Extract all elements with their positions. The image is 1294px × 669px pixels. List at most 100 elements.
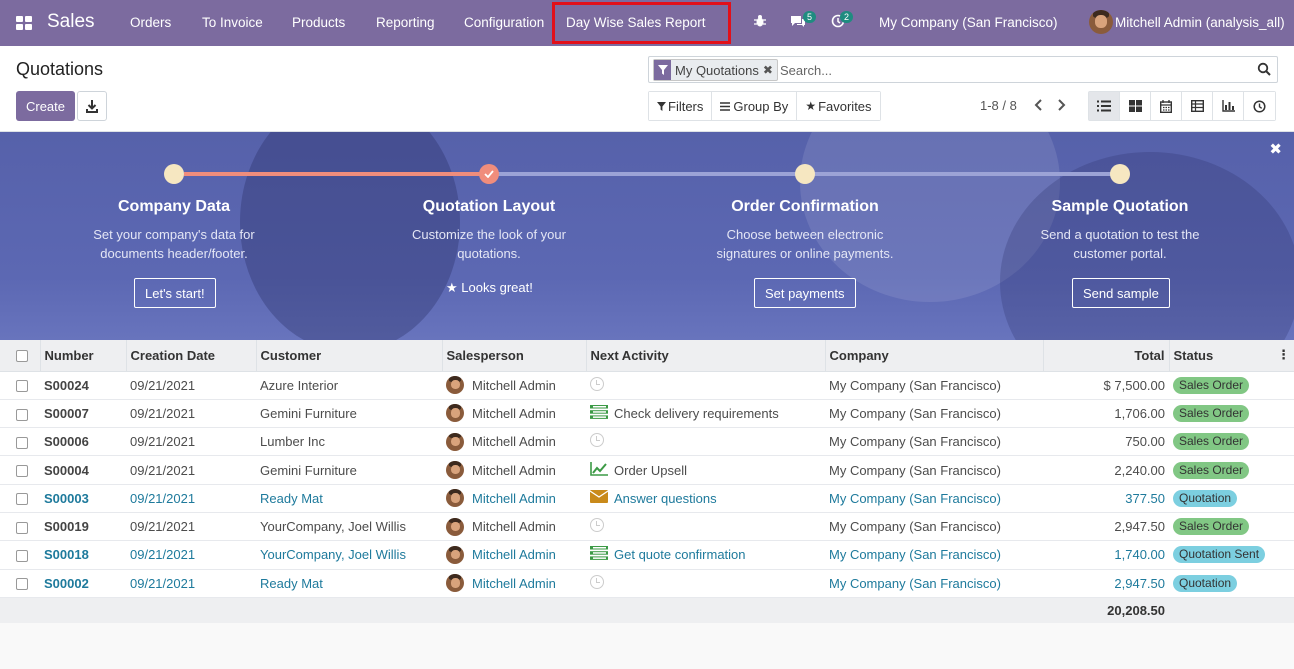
activity-view-icon[interactable]	[1244, 92, 1275, 120]
cell-total[interactable]: 1,706.00	[1043, 399, 1169, 429]
cell-total[interactable]: $ 7,500.00	[1043, 371, 1169, 400]
clock-icon[interactable]	[590, 433, 604, 450]
cell-status[interactable]: Sales Order	[1169, 399, 1294, 429]
graph-view-icon[interactable]	[1213, 92, 1244, 120]
cell-status[interactable]: Quotation	[1169, 484, 1294, 513]
optional-columns-icon[interactable]: ⋮	[1277, 348, 1290, 361]
pager-value[interactable]: 1-8 / 8	[980, 98, 1017, 113]
cell-customer[interactable]: Gemini Furniture	[256, 399, 442, 429]
cell-number[interactable]: S00004	[40, 455, 126, 485]
cell-number[interactable]: S00019	[40, 512, 126, 542]
pager-next-icon[interactable]	[1055, 98, 1067, 112]
cell-total[interactable]: 377.50	[1043, 484, 1169, 513]
menu-reporting[interactable]: Reporting	[376, 15, 435, 30]
kanban-view-icon[interactable]	[1120, 92, 1151, 120]
group-by-button[interactable]: Group By	[712, 92, 798, 120]
cell-creation-date[interactable]: 09/21/2021	[126, 484, 256, 513]
clock-icon[interactable]	[590, 574, 604, 592]
cell-creation-date[interactable]: 09/21/2021	[126, 399, 256, 429]
pivot-view-icon[interactable]	[1182, 92, 1213, 120]
menu-to-invoice[interactable]: To Invoice	[202, 15, 263, 30]
cell-creation-date[interactable]: 09/21/2021	[126, 427, 256, 457]
column-header-total[interactable]: Total	[1043, 340, 1170, 372]
close-banner-icon[interactable]: ✖	[1269, 140, 1282, 158]
search-input[interactable]	[780, 61, 1250, 79]
menu-orders[interactable]: Orders	[130, 15, 171, 30]
row-checkbox[interactable]	[0, 427, 40, 457]
cell-next-activity[interactable]: Check delivery requirements	[586, 399, 825, 429]
create-button[interactable]: Create	[16, 91, 75, 121]
cell-status[interactable]: Sales Order	[1169, 371, 1294, 400]
select-all-checkbox[interactable]	[0, 340, 41, 372]
cell-total[interactable]: 2,947.50	[1043, 569, 1169, 598]
favorites-button[interactable]: ★ Favorites	[797, 92, 880, 120]
cell-customer[interactable]: Gemini Furniture	[256, 455, 442, 485]
table-row[interactable]: S00004 09/21/2021 Gemini Furniture Mitchell…	[0, 455, 1294, 485]
cell-creation-date[interactable]: 09/21/2021	[126, 371, 256, 400]
row-checkbox[interactable]	[0, 540, 40, 570]
cell-company[interactable]: My Company (San Francisco)	[825, 455, 1043, 485]
cell-creation-date[interactable]: 09/21/2021	[126, 569, 256, 598]
cell-number[interactable]: S00006	[40, 427, 126, 457]
cell-creation-date[interactable]: 09/21/2021	[126, 455, 256, 485]
clock-icon[interactable]	[590, 376, 604, 394]
cell-company[interactable]: My Company (San Francisco)	[825, 540, 1043, 570]
table-row[interactable]: S00003 09/21/2021 Ready Mat Mitchell Admin A…	[0, 484, 1294, 513]
lets-start-button[interactable]: Let's start!	[134, 278, 216, 308]
column-header-creation-date[interactable]: Creation Date	[126, 340, 257, 372]
apps-menu-icon[interactable]	[16, 16, 32, 30]
row-checkbox[interactable]	[0, 512, 40, 542]
cell-customer[interactable]: YourCompany, Joel Willis	[256, 512, 442, 542]
cell-next-activity[interactable]: Order Upsell	[586, 455, 825, 485]
set-payments-button[interactable]: Set payments	[754, 278, 856, 308]
cell-number[interactable]: S00003	[40, 484, 126, 513]
cell-customer[interactable]: YourCompany, Joel Willis	[256, 540, 442, 570]
cell-next-activity[interactable]: Get quote confirmation	[586, 540, 825, 570]
cell-salesperson[interactable]: Mitchell Admin	[442, 569, 586, 598]
menu-products[interactable]: Products	[292, 15, 345, 30]
cell-salesperson[interactable]: Mitchell Admin	[442, 427, 586, 457]
cell-number[interactable]: S00007	[40, 399, 126, 429]
cell-total[interactable]: 1,740.00	[1043, 540, 1169, 570]
cell-status[interactable]: Sales Order	[1169, 427, 1294, 457]
cell-salesperson[interactable]: Mitchell Admin	[442, 540, 586, 570]
cell-company[interactable]: My Company (San Francisco)	[825, 427, 1043, 457]
cell-next-activity[interactable]	[586, 569, 825, 598]
menu-configuration[interactable]: Configuration	[464, 15, 544, 30]
row-checkbox[interactable]	[0, 569, 40, 598]
cell-salesperson[interactable]: Mitchell Admin	[442, 455, 586, 485]
cell-number[interactable]: S00002	[40, 569, 126, 598]
column-header-salesperson[interactable]: Salesperson	[442, 340, 587, 372]
row-checkbox[interactable]	[0, 371, 40, 400]
table-row[interactable]: S00019 09/21/2021 YourCompany, Joel Willis…	[0, 512, 1294, 542]
cell-salesperson[interactable]: Mitchell Admin	[442, 371, 586, 400]
calendar-view-icon[interactable]	[1151, 92, 1182, 120]
pager-previous-icon[interactable]	[1033, 98, 1045, 112]
send-sample-button[interactable]: Send sample	[1072, 278, 1170, 308]
table-row[interactable]: S00018 09/21/2021 YourCompany, Joel Willis…	[0, 540, 1294, 570]
cell-salesperson[interactable]: Mitchell Admin	[442, 512, 586, 542]
table-row[interactable]: S00006 09/21/2021 Lumber Inc Mitchell Admin…	[0, 427, 1294, 457]
cell-total[interactable]: 750.00	[1043, 427, 1169, 457]
tasks-icon[interactable]	[590, 404, 608, 422]
cell-status[interactable]: Sales Order	[1169, 512, 1294, 542]
table-row[interactable]: S00007 09/21/2021 Gemini Furniture Mitchell…	[0, 399, 1294, 429]
user-avatar[interactable]	[1089, 10, 1113, 34]
cell-customer[interactable]: Azure Interior	[256, 371, 442, 400]
column-header-status[interactable]: Status ⋮	[1169, 340, 1294, 372]
cell-creation-date[interactable]: 09/21/2021	[126, 540, 256, 570]
cell-status[interactable]: Quotation	[1169, 569, 1294, 598]
column-header-number[interactable]: Number	[40, 340, 127, 372]
cell-salesperson[interactable]: Mitchell Admin	[442, 399, 586, 429]
cell-company[interactable]: My Company (San Francisco)	[825, 484, 1043, 513]
cell-company[interactable]: My Company (San Francisco)	[825, 399, 1043, 429]
cell-next-activity[interactable]	[586, 371, 825, 400]
row-checkbox[interactable]	[0, 484, 40, 513]
envelope-icon[interactable]	[589, 490, 609, 506]
company-switcher[interactable]: My Company (San Francisco)	[879, 15, 1058, 30]
cell-company[interactable]: My Company (San Francisco)	[825, 371, 1043, 400]
cell-creation-date[interactable]: 09/21/2021	[126, 512, 256, 542]
column-header-next-activity[interactable]: Next Activity	[586, 340, 826, 372]
cell-number[interactable]: S00024	[40, 371, 126, 400]
upsell-chart-icon[interactable]	[590, 461, 608, 479]
